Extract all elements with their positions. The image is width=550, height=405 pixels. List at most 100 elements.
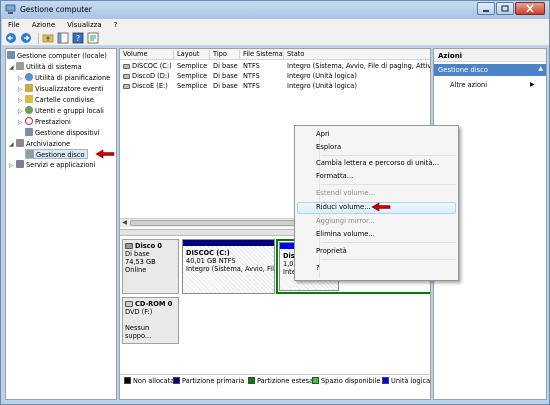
menu-help[interactable]: ? bbox=[108, 19, 124, 31]
menu-separator bbox=[321, 155, 456, 156]
maximize-button[interactable] bbox=[496, 2, 514, 15]
cdrom0-title: CD-ROM 0 bbox=[125, 300, 176, 308]
tree-item-services[interactable]: ▷ Servizi e applicazioni bbox=[9, 160, 95, 170]
volume-cell: DiscoE (E:) bbox=[120, 81, 174, 91]
status-cell: Integro (Unità logica) bbox=[287, 72, 357, 80]
expand-icon: ▷ bbox=[18, 119, 23, 126]
back-arrow-icon[interactable] bbox=[5, 32, 17, 44]
disk0-size: 74,53 GB bbox=[125, 258, 156, 266]
legend-swatch bbox=[312, 377, 319, 384]
disk0-title: Disco 0 bbox=[125, 242, 176, 250]
type-cell: Di base bbox=[213, 62, 238, 70]
close-button[interactable] bbox=[515, 2, 545, 15]
menu-file[interactable]: File bbox=[2, 19, 26, 31]
cdrom0-status: Nessun suppo... bbox=[125, 324, 152, 340]
table-row[interactable]: DiscoE (E:) Semplice Di base NTFS Integr… bbox=[120, 81, 430, 91]
column-header[interactable]: Volume bbox=[120, 50, 174, 59]
menu-item-esplora[interactable]: Esplora bbox=[316, 143, 341, 151]
cdrom0-area bbox=[182, 297, 430, 344]
legend-item: Non allocata bbox=[124, 377, 174, 385]
tree-item-event-viewer[interactable]: ▷ Visualizzatore eventi bbox=[18, 84, 103, 94]
column-header[interactable]: File Sistema bbox=[240, 50, 284, 59]
collapse-icon: ◢ bbox=[9, 141, 14, 148]
scrollbar-thumb[interactable] bbox=[130, 220, 300, 226]
expand-icon: ▷ bbox=[18, 108, 23, 115]
minimize-button[interactable] bbox=[477, 2, 495, 15]
partition-status: Integro (Sistema, Avvio, Fil bbox=[186, 265, 274, 273]
action-more-actions[interactable]: Altre azioni ▶ bbox=[450, 81, 535, 89]
navigation-tree: Gestione computer (locale) ◢ Utilità di s… bbox=[5, 48, 117, 400]
tree-item-storage[interactable]: ◢ Archiviazione bbox=[9, 139, 70, 149]
forward-arrow-icon[interactable] bbox=[20, 32, 32, 44]
disk-icon bbox=[26, 150, 34, 158]
actions-section-disk-management[interactable]: Gestione disco ▲ bbox=[434, 64, 546, 76]
legend: Non allocata Partizione primaria Partizi… bbox=[120, 374, 430, 399]
partition-c[interactable]: DISCOC (C:) 40,01 GB NTFS Integro (Siste… bbox=[182, 239, 275, 294]
type-cell: Di base bbox=[213, 72, 238, 80]
menu-separator bbox=[321, 259, 456, 260]
fs-cell: NTFS bbox=[243, 82, 260, 90]
tree-item-disk-management[interactable]: Gestione disco bbox=[25, 149, 88, 159]
expand-icon: ▷ bbox=[18, 75, 23, 82]
tools-icon bbox=[16, 62, 24, 70]
hard-disk-icon bbox=[125, 243, 133, 249]
legend-item: Spazio disponibile bbox=[312, 377, 380, 385]
app-window: Gestione computer File Azione Visualizza… bbox=[0, 0, 550, 405]
menu-item-cambia-lettera[interactable]: Cambia lettera e percorso di unità... bbox=[316, 159, 439, 167]
drive-icon bbox=[123, 74, 130, 79]
performance-icon bbox=[25, 117, 33, 125]
submenu-arrow-icon: ▶ bbox=[530, 81, 535, 88]
column-header[interactable]: Layout bbox=[174, 50, 210, 59]
legend-item: Partizione primaria bbox=[173, 377, 244, 385]
tree-root-label: Gestione computer (locale) bbox=[17, 52, 107, 60]
menu-item-formatta[interactable]: Formatta... bbox=[316, 172, 353, 180]
scroll-left-icon[interactable]: ◀ bbox=[120, 219, 129, 227]
help-icon[interactable]: ? bbox=[72, 32, 84, 44]
partition-name: DISCOC (C:) bbox=[186, 249, 230, 257]
users-icon bbox=[25, 106, 33, 114]
title-bar[interactable]: Gestione computer bbox=[1, 1, 549, 19]
disk0-label[interactable]: Disco 0 Di base 74,53 GB Online bbox=[122, 239, 179, 294]
context-menu: Apri Esplora Cambia lettera e percorso d… bbox=[294, 125, 459, 281]
tree-item-device-manager[interactable]: Gestione dispositivi bbox=[25, 128, 99, 138]
table-row[interactable]: DiscoD (D:) Semplice Di base NTFS Integr… bbox=[120, 71, 430, 81]
menu-item-riduci[interactable]: Riduci volume... bbox=[316, 203, 371, 211]
menu-item-elimina[interactable]: Elimina volume... bbox=[316, 230, 375, 238]
layout-cell: Semplice bbox=[177, 82, 208, 90]
column-header[interactable]: Stato bbox=[284, 50, 430, 59]
menu-item-help[interactable]: ? bbox=[316, 264, 320, 272]
menu-azione[interactable]: Azione bbox=[26, 19, 61, 31]
close-icon bbox=[526, 4, 534, 13]
tree-item-performance[interactable]: ▷ Prestazioni bbox=[18, 117, 71, 127]
menu-item-apri[interactable]: Apri bbox=[316, 130, 330, 138]
collapse-icon: ◢ bbox=[9, 64, 14, 71]
expand-icon: ▷ bbox=[18, 86, 23, 93]
menu-item-estendi[interactable]: Estendi volume... bbox=[316, 189, 375, 197]
shared-folder-icon bbox=[25, 95, 33, 103]
tree-item-system-tools[interactable]: ◢ Utilità di sistema bbox=[9, 62, 82, 72]
event-viewer-icon bbox=[25, 84, 33, 92]
computer-management-icon bbox=[5, 4, 16, 14]
toolbar-separator bbox=[38, 32, 39, 44]
cdrom0-type: DVD (F:) bbox=[125, 308, 153, 316]
tree-item-shared-folders[interactable]: ▷ Cartelle condivise bbox=[18, 95, 94, 105]
legend-swatch bbox=[124, 377, 131, 384]
column-header[interactable]: Tipo bbox=[210, 50, 240, 59]
menu-item-proprieta[interactable]: Proprietà bbox=[316, 247, 347, 255]
window-title: Gestione computer bbox=[20, 5, 92, 14]
layout-cell: Semplice bbox=[177, 62, 208, 70]
legend-swatch bbox=[248, 377, 255, 384]
minimize-icon bbox=[483, 10, 489, 12]
show-hide-tree-icon[interactable] bbox=[57, 32, 69, 44]
up-folder-icon[interactable] bbox=[42, 32, 54, 44]
tree-item-users-groups[interactable]: ▷ Utenti e gruppi locali bbox=[18, 106, 104, 116]
tree-item-scheduler[interactable]: ▷ Utilità di pianificazione bbox=[18, 73, 110, 83]
legend-swatch bbox=[173, 377, 180, 384]
tree-root[interactable]: Gestione computer (locale) bbox=[7, 51, 107, 61]
actions-header: Azioni bbox=[434, 49, 546, 62]
properties-icon[interactable] bbox=[87, 32, 99, 44]
menu-visualizza[interactable]: Visualizza bbox=[61, 19, 107, 31]
menu-item-aggiungi-mirror[interactable]: Aggiungi mirror... bbox=[316, 217, 375, 225]
cdrom0-label[interactable]: CD-ROM 0 DVD (F:) Nessun suppo... bbox=[122, 297, 179, 344]
table-row[interactable]: DISCOC (C:) Semplice Di base NTFS Integr… bbox=[120, 61, 430, 71]
